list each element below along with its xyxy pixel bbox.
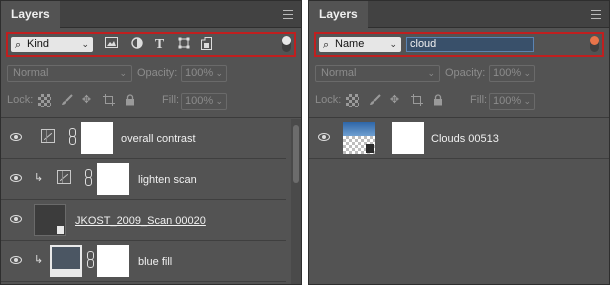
chevron-down-icon: ⌄: [215, 96, 223, 106]
smart-object-badge-icon: [366, 144, 374, 153]
layer-mask-thumbnail[interactable]: [81, 122, 113, 154]
chevron-down-icon: ⌄: [523, 68, 531, 78]
lock-transparency-icon[interactable]: [38, 94, 51, 107]
sky-image: [343, 122, 375, 136]
blend-mode-value: Normal: [321, 67, 357, 79]
search-icon: ⌕: [15, 39, 22, 51]
chevron-down-icon: ⌄: [119, 68, 127, 78]
image-filter-icon[interactable]: [104, 37, 119, 52]
visibility-eye-icon[interactable]: [10, 215, 22, 223]
fill-layer-thumbnail[interactable]: [50, 245, 82, 277]
filter-type-dropdown[interactable]: ⌕ Name ⌄: [319, 37, 401, 52]
lock-position-icon[interactable]: ✥: [80, 94, 93, 107]
scrollbar-thumb[interactable]: [293, 125, 299, 183]
blend-mode-select[interactable]: Normal ⌄: [7, 65, 132, 82]
layer-row[interactable]: ↳ blue fill: [1, 242, 286, 282]
layer-mask-thumbnail[interactable]: [392, 122, 424, 154]
fill-label: Fill:: [162, 94, 180, 106]
clipping-arrow-icon: ↳: [34, 172, 44, 184]
search-icon: ⌕: [323, 39, 330, 51]
layer-name[interactable]: lighten scan: [138, 160, 197, 200]
link-chain-icon[interactable]: [69, 128, 76, 145]
lock-artboard-icon[interactable]: [102, 94, 115, 107]
clipping-arrow-icon: ↳: [34, 254, 44, 266]
visibility-eye-icon[interactable]: [318, 133, 330, 141]
opacity-label: Opacity:: [445, 67, 486, 79]
blend-mode-value: Normal: [13, 67, 49, 79]
lock-brush-icon[interactable]: [60, 94, 73, 107]
panel-tab-bar: Layers: [1, 1, 301, 28]
layer-name-search-input[interactable]: cloud: [406, 37, 534, 52]
chevron-down-icon: ⌄: [215, 68, 223, 78]
layer-mask-thumbnail[interactable]: [97, 163, 129, 195]
adjustment-filter-icon[interactable]: [129, 37, 144, 52]
filter-type-label: Kind: [27, 38, 50, 50]
smart-object-filter-icon[interactable]: [199, 37, 214, 52]
layer-row[interactable]: ↳ lighten scan: [1, 160, 286, 200]
blend-mode-select[interactable]: Normal ⌄: [315, 65, 440, 82]
panel-menu-icon[interactable]: [591, 10, 601, 19]
fill-value: 100%: [185, 95, 214, 107]
smart-object-thumbnail[interactable]: [34, 204, 66, 236]
fill-label: Fill:: [470, 94, 488, 106]
divider: [1, 117, 301, 118]
lock-transparency-icon[interactable]: [346, 94, 359, 107]
chevron-down-icon: ⌄: [389, 39, 397, 49]
panel-tab-bar: Layers: [309, 1, 609, 28]
chevron-down-icon: ⌄: [427, 68, 435, 78]
layer-row[interactable]: overall contrast: [1, 119, 286, 159]
smart-object-thumbnail[interactable]: [343, 122, 375, 154]
link-chain-icon[interactable]: [85, 169, 92, 186]
opacity-label: Opacity:: [137, 67, 178, 79]
opacity-field[interactable]: 100% ⌄: [489, 65, 535, 82]
layer-filter-bar: ⌕ Name ⌄ cloud: [314, 32, 604, 57]
curves-adjustment-icon: [41, 129, 55, 143]
filter-toggle-switch[interactable]: [282, 36, 291, 52]
visibility-eye-icon[interactable]: [10, 256, 22, 264]
type-filter-icon[interactable]: T: [152, 37, 167, 52]
lock-artboard-icon[interactable]: [410, 94, 423, 107]
fill-field[interactable]: 100% ⌄: [489, 93, 535, 110]
lock-all-icon[interactable]: [431, 94, 444, 107]
opacity-field[interactable]: 100% ⌄: [181, 65, 227, 82]
fill-value: 100%: [493, 95, 522, 107]
layer-name[interactable]: JKOST_2009_Scan 00020: [75, 201, 206, 241]
opacity-value: 100%: [185, 67, 214, 79]
chevron-down-icon: ⌄: [81, 39, 89, 49]
layer-name[interactable]: blue fill: [138, 242, 172, 282]
visibility-eye-icon[interactable]: [10, 133, 22, 141]
panel-menu-icon[interactable]: [283, 10, 293, 19]
layers-scrollbar[interactable]: [291, 119, 301, 284]
filter-type-dropdown[interactable]: ⌕ Kind ⌄: [11, 37, 93, 52]
layers-panel-right: Layers ⌕ Name ⌄ cloud Normal ⌄ Opacity: …: [308, 0, 610, 285]
visibility-eye-icon[interactable]: [10, 174, 22, 182]
filter-type-label: Name: [335, 38, 365, 50]
shape-filter-icon[interactable]: [176, 37, 191, 52]
blend-opacity-row: Normal ⌄ Opacity: 100% ⌄: [315, 65, 605, 83]
lock-all-icon[interactable]: [123, 94, 136, 107]
layer-row[interactable]: Clouds 00513: [309, 119, 609, 159]
blend-opacity-row: Normal ⌄ Opacity: 100% ⌄: [7, 65, 297, 83]
lock-label: Lock:: [315, 94, 342, 106]
lock-position-icon[interactable]: ✥: [388, 94, 401, 107]
link-chain-icon[interactable]: [87, 251, 94, 268]
filter-toggle-switch[interactable]: [590, 36, 599, 52]
layers-tab[interactable]: Layers: [1, 1, 60, 28]
layer-name[interactable]: Clouds 00513: [431, 119, 499, 159]
lock-fill-row: Lock: ✥ Fill: 100% ⌄: [315, 93, 605, 110]
lock-fill-row: Lock: ✥ Fill: 100% ⌄: [7, 93, 297, 110]
opacity-value: 100%: [493, 67, 522, 79]
layer-row[interactable]: JKOST_2009_Scan 00020: [1, 201, 286, 241]
fill-field[interactable]: 100% ⌄: [181, 93, 227, 110]
layers-panel-left: Layers ⌕ Kind ⌄ T Normal ⌄ Opacity: 100%…: [0, 0, 302, 285]
lock-brush-icon[interactable]: [368, 94, 381, 107]
layers-tab[interactable]: Layers: [309, 1, 368, 28]
lock-label: Lock:: [7, 94, 34, 106]
chevron-down-icon: ⌄: [523, 96, 531, 106]
divider: [309, 117, 609, 118]
curves-adjustment-icon: [57, 170, 71, 184]
layer-filter-bar: ⌕ Kind ⌄ T: [6, 32, 296, 57]
layer-name[interactable]: overall contrast: [121, 119, 196, 159]
layer-mask-thumbnail[interactable]: [97, 245, 129, 277]
